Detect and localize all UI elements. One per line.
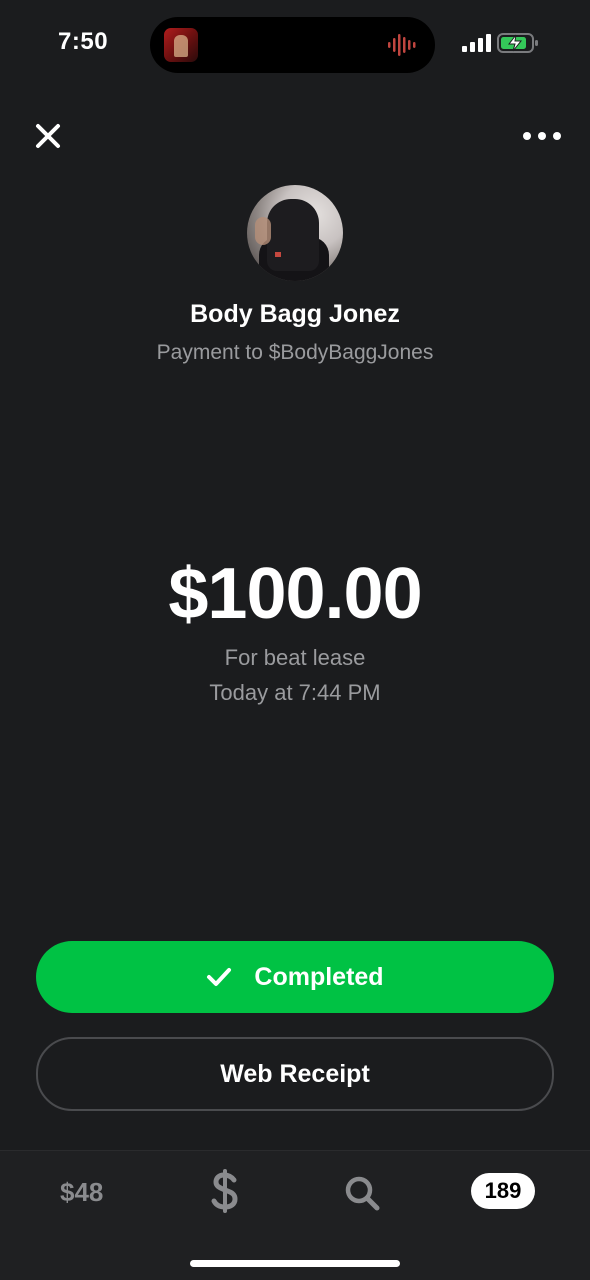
avatar[interactable] bbox=[247, 185, 343, 281]
search-icon[interactable] bbox=[344, 1175, 380, 1211]
dynamic-island[interactable] bbox=[150, 17, 435, 73]
audio-wave-icon bbox=[388, 34, 416, 56]
checkmark-icon bbox=[207, 968, 232, 986]
home-indicator[interactable] bbox=[190, 1260, 400, 1267]
avatar-figure-patch bbox=[275, 252, 281, 257]
payment-note: For beat lease bbox=[224, 645, 366, 670]
activity-count: 189 bbox=[484, 1178, 522, 1203]
web-receipt-label: Web Receipt bbox=[220, 1059, 370, 1088]
payment-to-label: Payment to $BodyBaggJones bbox=[156, 341, 434, 364]
payment-detail-screen: 7:50 Body Bagg Jonez Payment to $BodyBag… bbox=[0, 0, 590, 1280]
avatar-figure-face bbox=[255, 217, 271, 245]
status-time: 7:50 bbox=[58, 28, 109, 55]
completed-status-button[interactable]: Completed bbox=[36, 941, 554, 1013]
now-playing-art-icon bbox=[164, 28, 198, 62]
tab-activity-badge[interactable]: 189 bbox=[471, 1173, 535, 1209]
battery-charging-icon bbox=[497, 33, 538, 53]
tab-balance[interactable]: $48 bbox=[60, 1177, 103, 1208]
close-icon[interactable] bbox=[30, 118, 66, 154]
dollar-icon[interactable] bbox=[210, 1169, 240, 1213]
cellular-signal-icon bbox=[462, 34, 491, 52]
completed-label: Completed bbox=[254, 962, 384, 991]
payment-timestamp: Today at 7:44 PM bbox=[209, 680, 381, 705]
web-receipt-button[interactable]: Web Receipt bbox=[36, 1037, 554, 1111]
avatar-figure-hood bbox=[267, 199, 319, 271]
payment-amount: $100.00 bbox=[168, 554, 422, 634]
recipient-name: Body Bagg Jonez bbox=[190, 300, 400, 328]
more-options-icon[interactable] bbox=[520, 124, 564, 148]
